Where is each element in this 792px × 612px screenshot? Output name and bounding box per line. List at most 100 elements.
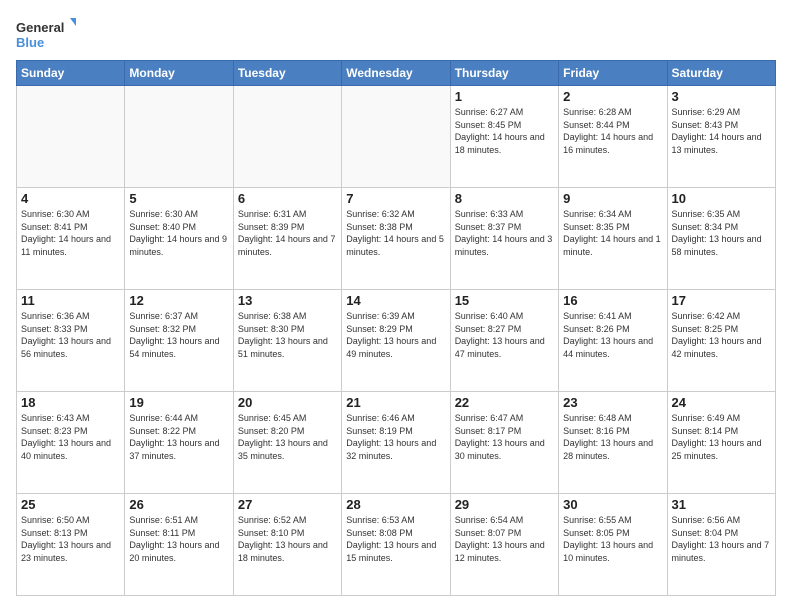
header: General Blue xyxy=(16,16,776,52)
calendar-cell: 27 Sunrise: 6:52 AM Sunset: 8:10 PM Dayli… xyxy=(233,494,341,596)
cell-info: Sunrise: 6:34 AM Sunset: 8:35 PM Dayligh… xyxy=(563,208,662,258)
cell-info: Sunrise: 6:35 AM Sunset: 8:34 PM Dayligh… xyxy=(672,208,771,258)
day-number: 3 xyxy=(672,89,771,104)
calendar-cell: 28Sunrise: 6:53 AM Sunset: 8:08 PM Dayli… xyxy=(342,494,450,596)
calendar-cell: 2 Sunrise: 6:28 AM Sunset: 8:44 PM Daylig… xyxy=(559,86,667,188)
cell-info: Sunrise: 6:43 AM Sunset: 8:23 PM Dayligh… xyxy=(21,412,120,462)
day-number: 11 xyxy=(21,293,120,308)
day-number: 20 xyxy=(238,395,337,410)
day-number: 23 xyxy=(563,395,662,410)
calendar-cell: 15 Sunrise: 6:40 AM Sunset: 8:27 PM Dayli… xyxy=(450,290,558,392)
svg-text:Blue: Blue xyxy=(16,35,44,50)
calendar-cell: 9 Sunrise: 6:34 AM Sunset: 8:35 PM Daylig… xyxy=(559,188,667,290)
day-number: 6 xyxy=(238,191,337,206)
day-number: 19 xyxy=(129,395,228,410)
day-number: 25 xyxy=(21,497,120,512)
calendar-cell: 18 Sunrise: 6:43 AM Sunset: 8:23 PM Dayli… xyxy=(17,392,125,494)
calendar-cell: 4 Sunrise: 6:30 AM Sunset: 8:41 PM Daylig… xyxy=(17,188,125,290)
day-number: 7 xyxy=(346,191,445,206)
day-number: 1 xyxy=(455,89,554,104)
day-header: Monday xyxy=(125,61,233,86)
cell-info: Sunrise: 6:33 AM Sunset: 8:37 PM Dayligh… xyxy=(455,208,554,258)
day-number: 9 xyxy=(563,191,662,206)
calendar-cell: 13 Sunrise: 6:38 AM Sunset: 8:30 PM Dayli… xyxy=(233,290,341,392)
day-number: 26 xyxy=(129,497,228,512)
calendar-cell: 20Sunrise: 6:45 AM Sunset: 8:20 PM Dayli… xyxy=(233,392,341,494)
day-number: 16 xyxy=(563,293,662,308)
day-number: 29 xyxy=(455,497,554,512)
cell-info: Sunrise: 6:30 AM Sunset: 8:40 PM Dayligh… xyxy=(129,208,228,258)
calendar-table: SundayMondayTuesdayWednesdayThursdayFrid… xyxy=(16,60,776,596)
calendar-cell: 7Sunrise: 6:32 AM Sunset: 8:38 PM Daylig… xyxy=(342,188,450,290)
cell-info: Sunrise: 6:50 AM Sunset: 8:13 PM Dayligh… xyxy=(21,514,120,564)
day-number: 15 xyxy=(455,293,554,308)
cell-info: Sunrise: 6:42 AM Sunset: 8:25 PM Dayligh… xyxy=(672,310,771,360)
calendar-cell: 26Sunrise: 6:51 AM Sunset: 8:11 PM Dayli… xyxy=(125,494,233,596)
cell-info: Sunrise: 6:40 AM Sunset: 8:27 PM Dayligh… xyxy=(455,310,554,360)
day-number: 17 xyxy=(672,293,771,308)
cell-info: Sunrise: 6:48 AM Sunset: 8:16 PM Dayligh… xyxy=(563,412,662,462)
calendar-cell: 22 Sunrise: 6:47 AM Sunset: 8:17 PM Dayli… xyxy=(450,392,558,494)
calendar-cell xyxy=(17,86,125,188)
day-number: 30 xyxy=(563,497,662,512)
day-header: Wednesday xyxy=(342,61,450,86)
day-number: 24 xyxy=(672,395,771,410)
cell-info: Sunrise: 6:37 AM Sunset: 8:32 PM Dayligh… xyxy=(129,310,228,360)
calendar-cell: 1 Sunrise: 6:27 AM Sunset: 8:45 PM Daylig… xyxy=(450,86,558,188)
cell-info: Sunrise: 6:47 AM Sunset: 8:17 PM Dayligh… xyxy=(455,412,554,462)
calendar-cell: 14Sunrise: 6:39 AM Sunset: 8:29 PM Dayli… xyxy=(342,290,450,392)
calendar-cell: 17 Sunrise: 6:42 AM Sunset: 8:25 PM Dayli… xyxy=(667,290,775,392)
cell-info: Sunrise: 6:54 AM Sunset: 8:07 PM Dayligh… xyxy=(455,514,554,564)
calendar-week: 11Sunrise: 6:36 AM Sunset: 8:33 PM Dayli… xyxy=(17,290,776,392)
calendar-cell: 30Sunrise: 6:55 AM Sunset: 8:05 PM Dayli… xyxy=(559,494,667,596)
cell-info: Sunrise: 6:38 AM Sunset: 8:30 PM Dayligh… xyxy=(238,310,337,360)
day-number: 12 xyxy=(129,293,228,308)
calendar-cell: 5 Sunrise: 6:30 AM Sunset: 8:40 PM Daylig… xyxy=(125,188,233,290)
calendar-week: 18 Sunrise: 6:43 AM Sunset: 8:23 PM Dayli… xyxy=(17,392,776,494)
calendar-cell xyxy=(342,86,450,188)
cell-info: Sunrise: 6:53 AM Sunset: 8:08 PM Dayligh… xyxy=(346,514,445,564)
cell-info: Sunrise: 6:28 AM Sunset: 8:44 PM Dayligh… xyxy=(563,106,662,156)
calendar-week: 4 Sunrise: 6:30 AM Sunset: 8:41 PM Daylig… xyxy=(17,188,776,290)
cell-info: Sunrise: 6:44 AM Sunset: 8:22 PM Dayligh… xyxy=(129,412,228,462)
calendar-cell: 21 Sunrise: 6:46 AM Sunset: 8:19 PM Dayli… xyxy=(342,392,450,494)
calendar-week: 1 Sunrise: 6:27 AM Sunset: 8:45 PM Daylig… xyxy=(17,86,776,188)
cell-info: Sunrise: 6:39 AM Sunset: 8:29 PM Dayligh… xyxy=(346,310,445,360)
cell-info: Sunrise: 6:46 AM Sunset: 8:19 PM Dayligh… xyxy=(346,412,445,462)
calendar-cell: 10Sunrise: 6:35 AM Sunset: 8:34 PM Dayli… xyxy=(667,188,775,290)
cell-info: Sunrise: 6:41 AM Sunset: 8:26 PM Dayligh… xyxy=(563,310,662,360)
calendar-cell: 31Sunrise: 6:56 AM Sunset: 8:04 PM Dayli… xyxy=(667,494,775,596)
day-header: Thursday xyxy=(450,61,558,86)
cell-info: Sunrise: 6:30 AM Sunset: 8:41 PM Dayligh… xyxy=(21,208,120,258)
day-number: 8 xyxy=(455,191,554,206)
calendar-cell: 16 Sunrise: 6:41 AM Sunset: 8:26 PM Dayli… xyxy=(559,290,667,392)
calendar-cell: 23 Sunrise: 6:48 AM Sunset: 8:16 PM Dayli… xyxy=(559,392,667,494)
logo: General Blue xyxy=(16,16,76,52)
calendar-cell: 24Sunrise: 6:49 AM Sunset: 8:14 PM Dayli… xyxy=(667,392,775,494)
day-header: Tuesday xyxy=(233,61,341,86)
day-header: Friday xyxy=(559,61,667,86)
cell-info: Sunrise: 6:27 AM Sunset: 8:45 PM Dayligh… xyxy=(455,106,554,156)
calendar-cell: 25 Sunrise: 6:50 AM Sunset: 8:13 PM Dayli… xyxy=(17,494,125,596)
day-number: 27 xyxy=(238,497,337,512)
calendar-cell: 19 Sunrise: 6:44 AM Sunset: 8:22 PM Dayli… xyxy=(125,392,233,494)
day-number: 21 xyxy=(346,395,445,410)
cell-info: Sunrise: 6:56 AM Sunset: 8:04 PM Dayligh… xyxy=(672,514,771,564)
calendar-cell: 6 Sunrise: 6:31 AM Sunset: 8:39 PM Daylig… xyxy=(233,188,341,290)
day-number: 4 xyxy=(21,191,120,206)
day-number: 13 xyxy=(238,293,337,308)
cell-info: Sunrise: 6:52 AM Sunset: 8:10 PM Dayligh… xyxy=(238,514,337,564)
calendar-cell: 3 Sunrise: 6:29 AM Sunset: 8:43 PM Daylig… xyxy=(667,86,775,188)
day-number: 18 xyxy=(21,395,120,410)
svg-text:General: General xyxy=(16,20,64,35)
cell-info: Sunrise: 6:31 AM Sunset: 8:39 PM Dayligh… xyxy=(238,208,337,258)
page: General Blue SundayMondayTuesdayWednesda… xyxy=(0,0,792,612)
calendar-week: 25 Sunrise: 6:50 AM Sunset: 8:13 PM Dayli… xyxy=(17,494,776,596)
day-number: 2 xyxy=(563,89,662,104)
calendar-cell: 12 Sunrise: 6:37 AM Sunset: 8:32 PM Dayli… xyxy=(125,290,233,392)
day-number: 5 xyxy=(129,191,228,206)
day-number: 22 xyxy=(455,395,554,410)
calendar-cell: 8 Sunrise: 6:33 AM Sunset: 8:37 PM Daylig… xyxy=(450,188,558,290)
header-row: SundayMondayTuesdayWednesdayThursdayFrid… xyxy=(17,61,776,86)
cell-info: Sunrise: 6:29 AM Sunset: 8:43 PM Dayligh… xyxy=(672,106,771,156)
